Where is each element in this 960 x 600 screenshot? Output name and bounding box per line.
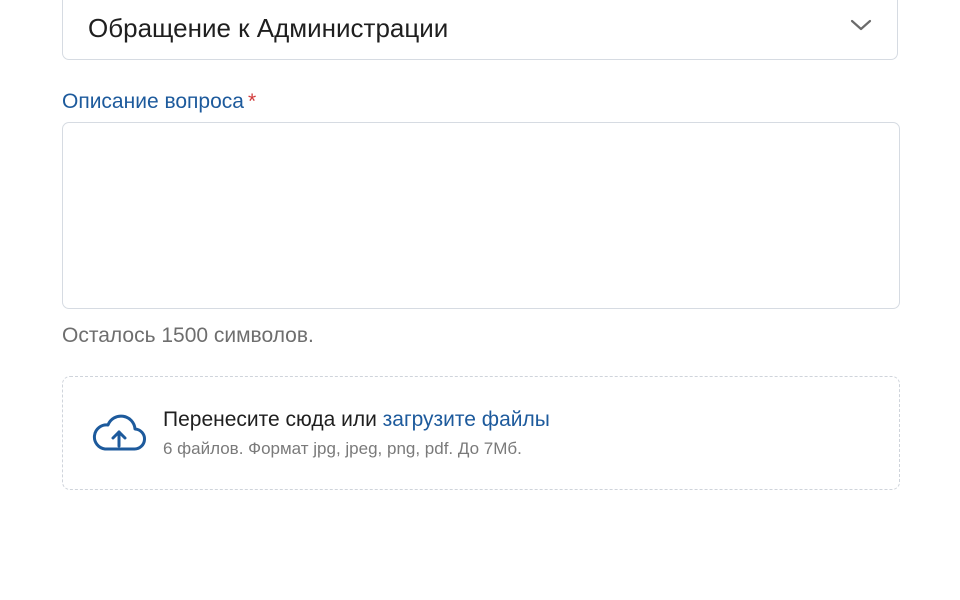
upload-files-link[interactable]: загрузите файлы <box>383 408 550 431</box>
description-label: Описание вопроса * <box>62 88 256 116</box>
cloud-upload-icon <box>92 414 146 451</box>
dropzone-prompt: Перенесите сюда или <box>163 408 383 431</box>
dropzone-title: Перенесите сюда или загрузите файлы <box>163 406 550 434</box>
file-dropzone[interactable]: Перенесите сюда или загрузите файлы 6 фа… <box>62 376 900 490</box>
required-mark: * <box>247 90 257 113</box>
category-select[interactable]: Обращение к Администрации <box>62 0 898 60</box>
chevron-down-icon <box>850 19 872 31</box>
description-textarea[interactable] <box>62 122 900 309</box>
dropzone-hint: 6 файлов. Формат jpg, jpeg, png, pdf. До… <box>163 439 522 458</box>
page: Обращение к Администрации Описание вопро… <box>0 0 960 600</box>
character-counter: Осталось 1500 символов. <box>62 324 314 347</box>
category-select-value: Обращение к Администрации <box>88 13 449 43</box>
description-label-text: Описание вопроса <box>62 90 244 113</box>
